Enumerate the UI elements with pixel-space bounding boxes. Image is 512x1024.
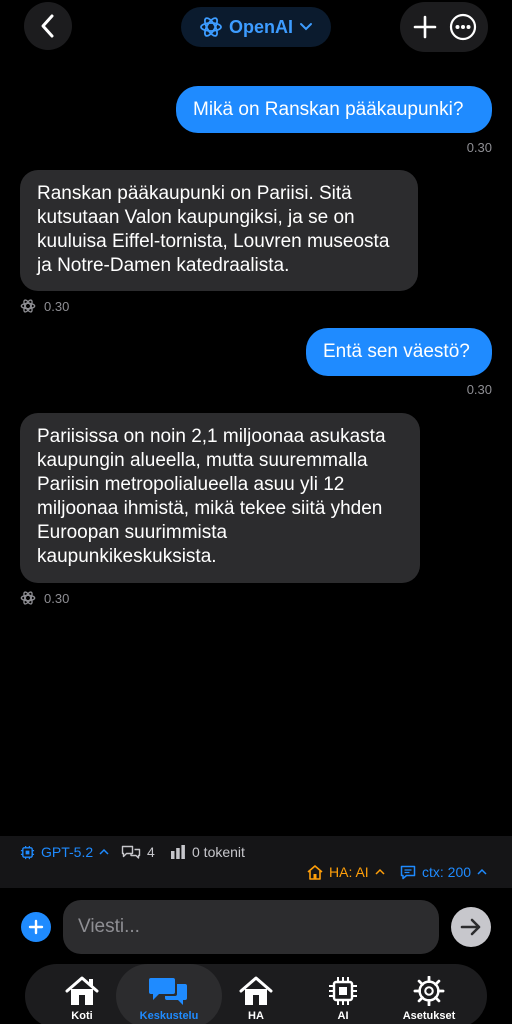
home-icon (65, 976, 99, 1005)
chevron-down-icon (300, 23, 312, 31)
chat-bubbles-icon (121, 845, 141, 859)
chip-icon (20, 845, 35, 859)
message-icon (400, 865, 416, 879)
conversation-count-value: 4 (147, 844, 155, 860)
message-text: Pariisissa on noin 2,1 miljoonaa asukast… (37, 426, 386, 567)
composer (0, 900, 512, 954)
chevron-up-icon (477, 868, 487, 875)
back-button[interactable] (24, 2, 72, 50)
arrow-right-icon (460, 918, 481, 936)
tab-ai[interactable]: AI (312, 964, 374, 1024)
chevron-up-icon (99, 848, 109, 855)
assistant-meta: 0.30 (20, 298, 69, 314)
openai-logo-icon (20, 591, 36, 605)
tab-koti[interactable]: Koti (51, 964, 113, 1024)
message-text: Ranskan pääkaupunki on Pariisi. Sitä kut… (37, 183, 390, 276)
send-button[interactable] (451, 907, 491, 947)
home-icon (239, 976, 273, 1005)
message-timestamp: 0.30 (466, 382, 492, 397)
tab-label: Koti (71, 1010, 93, 1022)
message-timestamp: 0.30 (44, 298, 70, 314)
assistant-message-bubble: Pariisissa on noin 2,1 miljoonaa asukast… (20, 413, 420, 583)
context-chip[interactable]: ctx: 200 (400, 864, 487, 880)
plus-icon (28, 919, 44, 935)
model-chip-label: GPT-5.2 (41, 844, 94, 860)
conversation-count: 4 (121, 844, 155, 860)
assistant-message-bubble: Ranskan pääkaupunki on Pariisi. Sitä kut… (20, 170, 418, 291)
tab-ha[interactable]: HA (225, 964, 287, 1024)
token-count: 0 tokenit (170, 844, 245, 860)
model-name: OpenAI (228, 16, 293, 37)
chevron-left-icon (41, 14, 54, 38)
context-label: ctx: 200 (422, 864, 472, 880)
message-text: Mikä on Ranskan pääkaupunki? (193, 99, 464, 120)
bar-chart-icon (171, 845, 185, 859)
tab-bar: Koti Keskustelu HA AI Asetukset (25, 964, 487, 1024)
tab-keskustelu[interactable]: Keskustelu (116, 964, 222, 1024)
chat-bubbles-icon (149, 978, 187, 1005)
header-actions (400, 2, 488, 52)
ha-mode-chip[interactable]: HA: AI (307, 864, 385, 880)
new-chat-button[interactable] (407, 9, 443, 45)
tab-label: HA (248, 1010, 264, 1022)
more-icon (449, 13, 477, 41)
model-selector[interactable]: OpenAI (181, 7, 331, 47)
message-text: Entä sen väestö? (323, 341, 470, 362)
token-count-value: 0 tokenit (192, 844, 245, 860)
chevron-up-icon (375, 868, 385, 875)
ha-mode-label: HA: AI (329, 864, 369, 880)
tab-asetukset[interactable]: Asetukset (393, 964, 465, 1024)
gear-icon (413, 976, 445, 1006)
plus-icon (413, 15, 437, 39)
user-message-bubble: Mikä on Ranskan pääkaupunki? (176, 86, 492, 133)
assistant-meta: 0.30 (20, 590, 69, 606)
openai-logo-icon (200, 17, 222, 37)
message-timestamp: 0.30 (466, 140, 492, 155)
message-timestamp: 0.30 (44, 590, 70, 606)
message-input[interactable] (63, 900, 439, 954)
status-bar: GPT-5.2 4 0 tokenit HA: AI ctx: 200 (0, 836, 512, 888)
model-chip[interactable]: GPT-5.2 (20, 844, 109, 860)
tab-label: Keskustelu (139, 1010, 199, 1022)
tab-label: Asetukset (402, 1010, 456, 1022)
user-message-bubble: Entä sen väestö? (306, 328, 492, 376)
home-icon (307, 864, 323, 880)
openai-logo-icon (20, 299, 36, 313)
more-options-button[interactable] (445, 9, 481, 45)
tab-label: AI (337, 1010, 349, 1022)
attach-button[interactable] (21, 912, 51, 942)
top-bar: OpenAI (0, 0, 512, 60)
cpu-icon (329, 977, 357, 1005)
